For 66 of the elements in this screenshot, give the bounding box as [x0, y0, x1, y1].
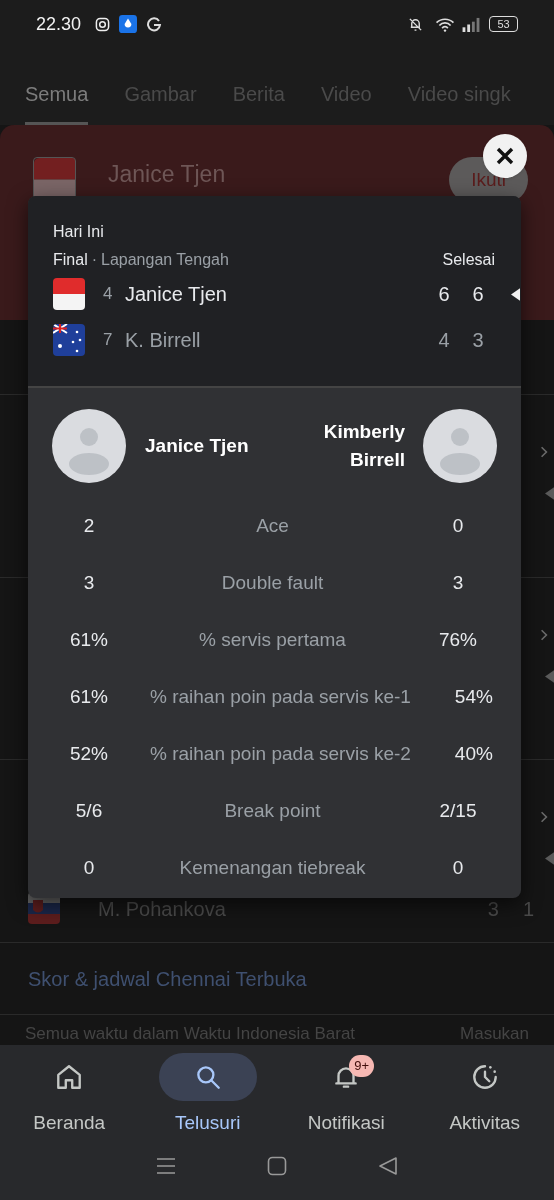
stat-label: Ace	[255, 514, 290, 539]
avatar-icon	[423, 409, 497, 483]
stat-value: 40%	[453, 742, 494, 767]
match-date: Hari Ini	[53, 222, 105, 242]
home-square-icon[interactable]	[267, 1156, 287, 1176]
chevron-right-icon	[540, 628, 548, 642]
chevron-right-icon	[540, 445, 548, 459]
stat-value: 0	[451, 514, 465, 539]
menu-icon[interactable]	[155, 1156, 176, 1176]
player-name: Janice Tjen	[145, 433, 249, 458]
player-name: Janice Tjen	[125, 282, 227, 307]
triangle-icon	[545, 487, 554, 500]
triangle-icon	[545, 670, 554, 683]
stat-label: Break point	[223, 799, 322, 824]
player-name: Kimberly Birrell	[322, 420, 405, 472]
wifi-icon	[435, 16, 455, 32]
status-time: 22.30	[36, 12, 82, 36]
court-name: Lapangan Tengah	[101, 250, 229, 270]
stat-value: 0	[82, 856, 96, 881]
stat-label: % servis pertama	[198, 628, 347, 653]
seed-number: 4	[103, 283, 114, 306]
stat-label: Double fault	[220, 571, 325, 596]
stat-value: 52%	[69, 742, 109, 767]
match-status: Selesai	[442, 250, 495, 270]
flag-icon	[53, 324, 85, 356]
stat-value: 2	[82, 514, 96, 539]
avatar-icon	[52, 409, 126, 483]
stat-value: 61%	[69, 685, 109, 710]
nav-item[interactable]: Beranda	[0, 1053, 139, 1150]
bell-off-icon	[408, 16, 423, 32]
flag-icon	[53, 278, 85, 310]
stat-value: 2/15	[438, 799, 478, 824]
g-logo-icon	[146, 16, 163, 32]
stat-label: % raihan poin pada servis ke-2	[150, 742, 411, 767]
back-icon[interactable]	[378, 1156, 399, 1176]
set-score: 6	[437, 282, 451, 307]
stat-value: 54%	[453, 685, 494, 710]
flag-icon	[34, 158, 75, 199]
set-score: 3	[471, 328, 485, 353]
stat-value: 76%	[438, 628, 478, 653]
stat-value: 0	[451, 856, 465, 881]
stat-value: 61%	[69, 628, 109, 653]
set-score: 4	[437, 328, 451, 353]
signal-icon	[461, 16, 481, 32]
stat-value: 5/6	[74, 799, 104, 824]
seed-number: 7	[103, 329, 114, 352]
notification-badge: 9+	[349, 1055, 375, 1077]
separator-dot: ·	[91, 250, 97, 270]
set-score: 6	[471, 282, 485, 307]
close-icon	[495, 146, 515, 166]
nav-item[interactable]: 9+ Notifikasi	[277, 1053, 416, 1150]
nav-item[interactable]: Telusuri	[138, 1053, 277, 1150]
match-round: Final	[53, 250, 88, 270]
entity-name: Janice Tjen	[108, 160, 226, 189]
app-icon	[119, 15, 138, 33]
player-name: K. Birrell	[125, 328, 201, 353]
stat-value: 3	[82, 571, 96, 596]
scores-link[interactable]: Skor & jadwal Chennai Terbuka	[28, 963, 307, 994]
nav-item[interactable]: Aktivitas	[415, 1053, 554, 1150]
chevron-right-icon	[540, 810, 548, 824]
stat-label: Kemenangan tiebreak	[178, 856, 367, 881]
triangle-icon	[545, 852, 554, 865]
stat-label: % raihan poin pada servis ke-1	[150, 685, 411, 710]
camera-icon	[95, 16, 111, 32]
battery-indicator: 53	[489, 16, 518, 32]
stat-value: 3	[451, 571, 465, 596]
